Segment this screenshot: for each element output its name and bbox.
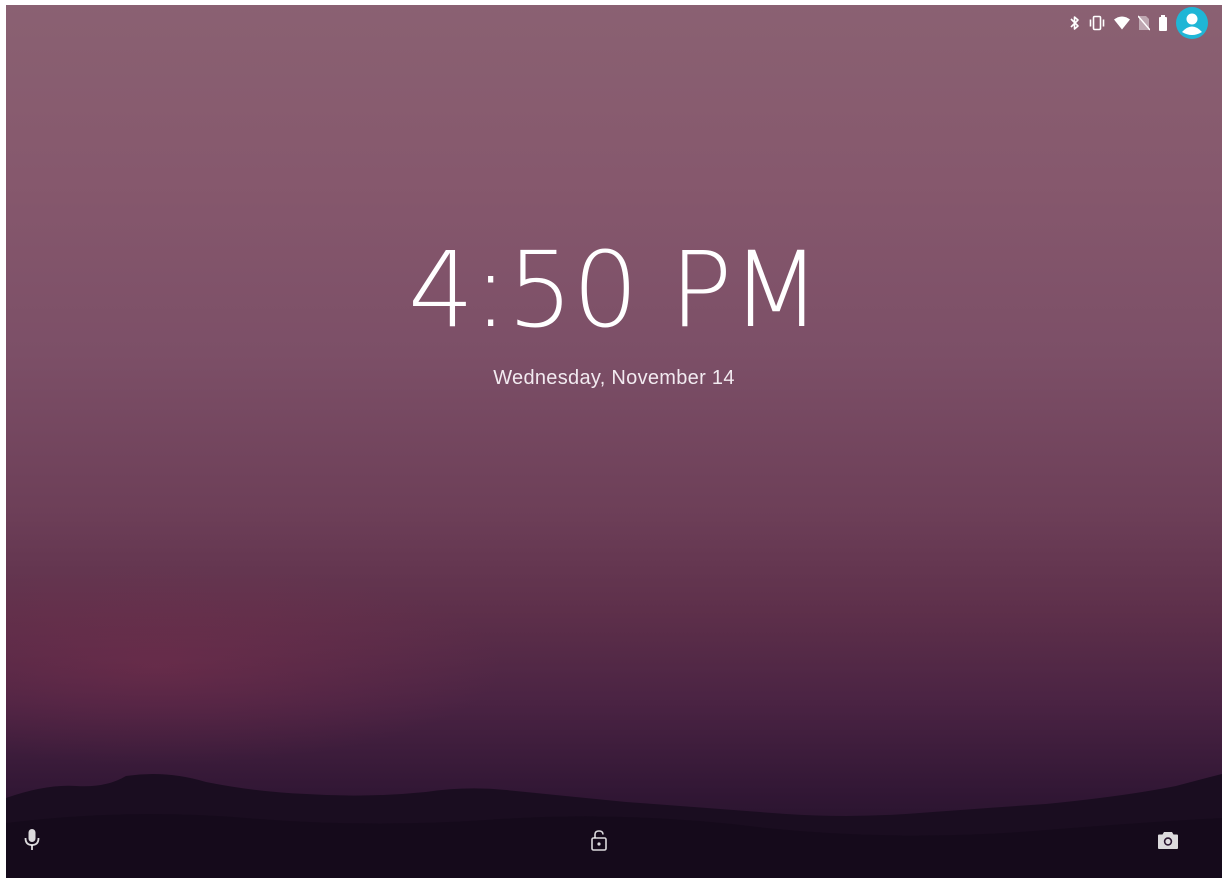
wifi-icon (1114, 16, 1130, 30)
camera-icon (1157, 830, 1179, 855)
microphone-icon (24, 828, 40, 857)
unlock-button[interactable] (581, 824, 617, 860)
lockscreen-clock: 4:50 PM (407, 229, 821, 351)
mountain-silhouette (6, 774, 1222, 878)
camera-button[interactable] (1150, 824, 1186, 860)
bluetooth-icon (1070, 15, 1080, 31)
battery-icon (1158, 15, 1168, 31)
user-avatar-icon[interactable] (1176, 7, 1208, 39)
voice-assist-button[interactable] (14, 824, 50, 860)
no-sim-icon (1138, 15, 1150, 31)
lock-screen[interactable]: 4:50 PM Wednesday, November 14 (6, 5, 1222, 878)
status-bar (1070, 5, 1222, 41)
unlock-icon (590, 829, 608, 856)
lockscreen-date: Wednesday, November 14 (493, 367, 735, 389)
vibrate-icon (1088, 15, 1106, 31)
sky-glow (6, 565, 506, 765)
